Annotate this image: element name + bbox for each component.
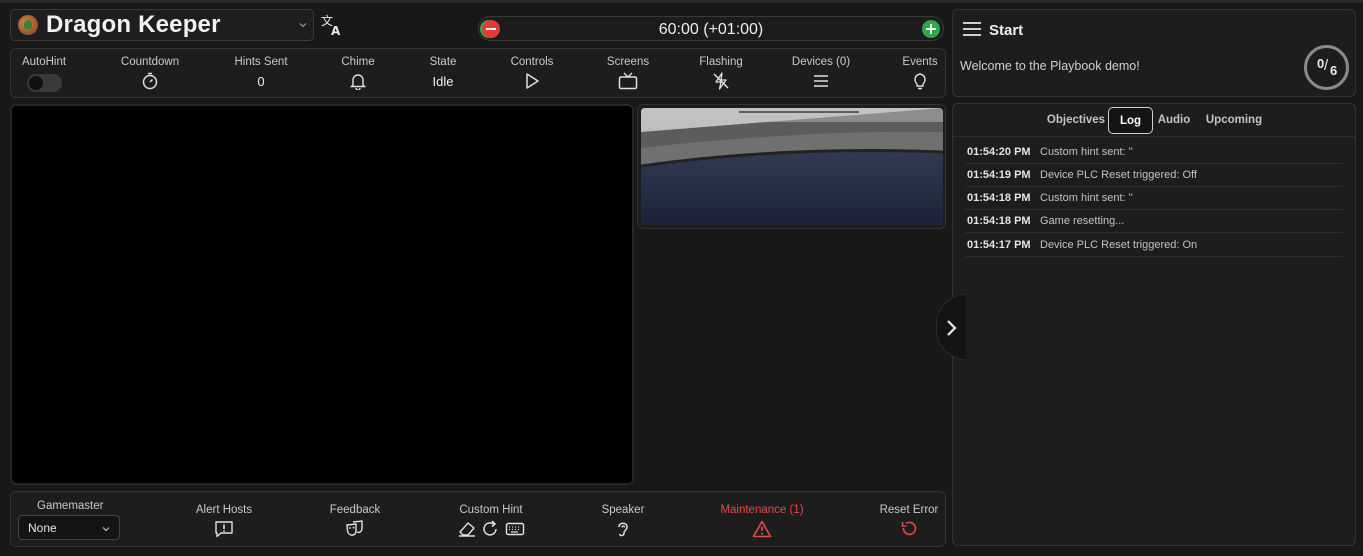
- reset-error-button[interactable]: Reset Error: [854, 504, 964, 538]
- tab-upcoming[interactable]: Upcoming: [1202, 107, 1266, 134]
- log-message: Device PLC Reset triggered: Off: [1040, 169, 1197, 181]
- screens-label: Screens: [606, 56, 650, 68]
- bottom-toolbar: Gamemaster None Alert Hosts Feedback Cus…: [10, 491, 946, 547]
- log-message: Device PLC Reset triggered: On: [1040, 239, 1198, 251]
- tv-icon: [618, 72, 638, 90]
- lightbulb-icon: [914, 73, 926, 90]
- tab-log[interactable]: Log: [1108, 107, 1153, 134]
- maintenance-label: Maintenance (1): [720, 504, 804, 516]
- controls-label: Controls: [510, 56, 554, 68]
- chime-label: Chime: [341, 56, 375, 68]
- start-panel: Start Welcome to the Playbook demo! 0 / …: [952, 9, 1356, 97]
- controls-control[interactable]: Controls: [492, 56, 572, 90]
- state-value: Idle: [432, 74, 454, 89]
- log-time: 01:54:18 PM: [967, 192, 1031, 204]
- hints-sent-label: Hints Sent: [234, 56, 288, 68]
- tab-audio[interactable]: Audio: [1153, 107, 1195, 134]
- alert-hosts-label: Alert Hosts: [195, 504, 253, 516]
- gamemaster-label: Gamemaster: [37, 500, 104, 512]
- hints-sent-value: 0: [257, 74, 265, 89]
- screens-control[interactable]: Screens: [588, 56, 668, 90]
- countdown-control[interactable]: Countdown: [110, 56, 190, 90]
- autohint-label: AutoHint: [21, 56, 67, 68]
- speaker-label: Speaker: [601, 504, 645, 516]
- ear-icon: [618, 522, 628, 537]
- objectives-progress-ring: 0 / 6: [1304, 45, 1349, 90]
- add-time-button[interactable]: [922, 20, 940, 38]
- list-icon: [814, 75, 828, 87]
- devices-control[interactable]: Devices (0): [781, 56, 861, 90]
- autohint-toggle[interactable]: [26, 74, 62, 92]
- state-indicator: State Idle: [403, 56, 483, 89]
- log-row: 01:54:18 PM Game resetting...: [965, 210, 1343, 233]
- expand-panel-button[interactable]: [936, 294, 966, 360]
- chime-control[interactable]: Chime: [318, 56, 398, 90]
- progress-slash: /: [1324, 57, 1329, 74]
- progress-total: 6: [1330, 63, 1338, 78]
- log-row: 01:54:17 PM Device PLC Reset triggered: …: [965, 234, 1343, 257]
- autohint-control[interactable]: AutoHint: [4, 56, 84, 92]
- dragon-logo-icon: [18, 15, 38, 35]
- alert-hosts-button[interactable]: Alert Hosts: [169, 504, 279, 538]
- tab-objectives[interactable]: Objectives: [1044, 107, 1108, 134]
- start-title: Start: [989, 22, 1024, 39]
- eraser-icon[interactable]: [457, 520, 477, 538]
- camera-feed-thumbnail[interactable]: [637, 104, 946, 229]
- log-panel: Objectives Log Audio Upcoming 01:54:20 P…: [952, 103, 1356, 546]
- chevron-down-icon: [299, 23, 307, 28]
- top-border: [0, 0, 1363, 3]
- log-row: 01:54:18 PM Custom hint sent: '': [965, 187, 1343, 210]
- custom-hint-label: Custom Hint: [459, 504, 523, 516]
- reset-error-label: Reset Error: [879, 504, 939, 516]
- flashing-label: Flashing: [699, 56, 743, 68]
- events-label: Events: [902, 56, 938, 68]
- speaker-button[interactable]: Speaker: [568, 504, 678, 538]
- warning-icon: [752, 520, 772, 538]
- game-timer: 60:00 (+01:00): [478, 16, 944, 41]
- state-label: State: [429, 56, 457, 68]
- maintenance-button[interactable]: Maintenance (1): [707, 504, 817, 538]
- log-message: Game resetting...: [1040, 215, 1125, 227]
- gamemaster-selected: None: [28, 521, 57, 535]
- chevron-down-icon: [102, 527, 110, 532]
- main-video-feed[interactable]: [10, 104, 634, 485]
- log-row: 01:54:20 PM Custom hint sent: '': [965, 141, 1343, 164]
- welcome-message: Welcome to the Playbook demo!: [960, 59, 1140, 73]
- log-message: Custom hint sent: '': [1040, 192, 1133, 204]
- alert-message-icon: [215, 521, 233, 538]
- gamemaster-select[interactable]: None: [18, 515, 120, 540]
- hints-sent-counter: Hints Sent 0: [221, 56, 301, 89]
- log-time: 01:54:19 PM: [967, 169, 1031, 181]
- play-icon: [526, 73, 539, 89]
- room-selector[interactable]: Dragon Keeper: [10, 9, 314, 41]
- feedback-button[interactable]: Feedback: [300, 504, 410, 538]
- flash-off-icon: [713, 72, 729, 90]
- log-message: Custom hint sent: '': [1040, 146, 1133, 158]
- log-row: 01:54:19 PM Device PLC Reset triggered: …: [965, 164, 1343, 187]
- custom-hint-group: Custom Hint: [436, 504, 546, 538]
- log-time: 01:54:18 PM: [967, 215, 1031, 227]
- flashing-control[interactable]: Flashing: [681, 56, 761, 90]
- bell-icon: [349, 74, 367, 90]
- chevron-right-icon: [947, 320, 957, 336]
- refresh-icon[interactable]: [481, 520, 501, 538]
- timer-display: 60:00 (+01:00): [658, 21, 764, 38]
- translate-icon[interactable]: 文 A: [320, 13, 344, 37]
- log-time: 01:54:17 PM: [967, 239, 1031, 251]
- reset-icon: [901, 521, 917, 536]
- devices-label: Devices (0): [791, 56, 851, 68]
- stopwatch-icon: [142, 72, 158, 90]
- events-control[interactable]: Events: [880, 56, 960, 90]
- theater-masks-icon: [346, 520, 363, 536]
- countdown-label: Countdown: [120, 56, 180, 68]
- svg-text:A: A: [331, 24, 341, 37]
- room-title: Dragon Keeper: [46, 11, 221, 38]
- keyboard-icon[interactable]: [505, 520, 525, 538]
- hamburger-menu-icon[interactable]: [962, 21, 982, 37]
- camera-image: [640, 108, 944, 225]
- control-toolbar: AutoHint Countdown Hints Sent 0 Chime St…: [10, 48, 946, 98]
- log-time: 01:54:20 PM: [967, 146, 1031, 158]
- feedback-label: Feedback: [329, 504, 381, 516]
- panel-tabs: Objectives Log Audio Upcoming: [953, 104, 1355, 137]
